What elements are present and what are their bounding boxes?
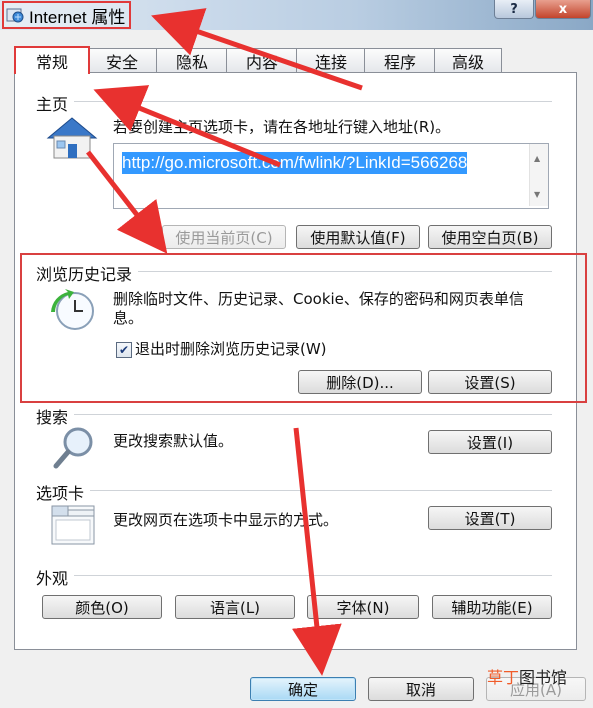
colors-button[interactable]: 颜色(O)	[42, 595, 162, 619]
use-default-button[interactable]: 使用默认值(F)	[296, 225, 420, 249]
ok-button[interactable]: 确定	[250, 677, 356, 701]
search-magnifier-icon	[53, 427, 93, 469]
scroll-up-icon[interactable]: ▲	[534, 154, 540, 163]
window-title-box: Internet 属性	[2, 1, 132, 29]
delete-history-button[interactable]: 删除(D)...	[298, 370, 422, 394]
tabs-section-heading: 选项卡	[36, 480, 91, 504]
history-settings-button[interactable]: 设置(S)	[428, 370, 552, 394]
delete-history-on-exit-label: 退出时删除浏览历史记录(W)	[135, 340, 327, 358]
tab-advanced[interactable]: 高级	[434, 48, 502, 73]
search-description: 更改搜索默认值。	[113, 432, 234, 450]
cancel-button[interactable]: 取消	[368, 677, 474, 701]
tab-content[interactable]: 内容	[226, 48, 298, 73]
tabs-settings-button[interactable]: 设置(T)	[428, 506, 552, 530]
homepage-url-input[interactable]: http://go.microsoft.com/fwlink/?LinkId=5…	[113, 143, 549, 209]
watermark-part-3: 图书馆	[519, 668, 568, 687]
watermark-part-2: 丁	[503, 668, 520, 687]
homepage-divider	[36, 101, 552, 102]
internet-options-icon	[6, 8, 24, 23]
history-clock-icon	[51, 289, 94, 330]
tab-security[interactable]: 安全	[86, 48, 158, 73]
languages-button[interactable]: 语言(L)	[175, 595, 295, 619]
homepage-description: 若要创建主页选项卡，请在各地址行键入地址(R)。	[113, 118, 451, 136]
search-divider	[36, 414, 552, 415]
homepage-scrollbar[interactable]: ▲ ▼	[529, 144, 548, 206]
home-icon	[46, 117, 98, 159]
search-settings-button[interactable]: 设置(I)	[428, 430, 552, 454]
delete-history-on-exit-checkbox[interactable]: ✔	[116, 342, 132, 358]
scroll-down-icon[interactable]: ▼	[534, 190, 540, 199]
tabs-section-description: 更改网页在选项卡中显示的方式。	[113, 511, 339, 529]
use-current-button[interactable]: 使用当前页(C)	[162, 225, 286, 249]
homepage-url-text: http://go.microsoft.com/fwlink/?LinkId=5…	[122, 152, 468, 174]
tab-general[interactable]: 常规	[14, 46, 90, 74]
tab-connections[interactable]: 连接	[296, 48, 366, 73]
history-description: 删除临时文件、历史记录、Cookie、保存的密码和网页表单信息。	[113, 290, 524, 327]
homepage-heading: 主页	[36, 91, 75, 115]
help-button[interactable]: ?	[494, 0, 534, 19]
tab-privacy[interactable]: 隐私	[156, 48, 228, 73]
appearance-divider	[36, 575, 552, 576]
accessibility-button[interactable]: 辅助功能(E)	[432, 595, 552, 619]
appearance-heading: 外观	[36, 565, 75, 589]
history-heading: 浏览历史记录	[36, 261, 139, 285]
tabs-window-icon	[51, 505, 95, 545]
tabs-section-divider	[36, 490, 552, 491]
use-blank-button[interactable]: 使用空白页(B)	[428, 225, 552, 249]
window-title: Internet 属性	[29, 7, 126, 27]
tab-programs[interactable]: 程序	[364, 48, 436, 73]
close-button[interactable]: x	[535, 0, 591, 19]
watermark-part-1: 草	[487, 668, 504, 687]
watermark: 草丁图书馆	[487, 664, 567, 688]
fonts-button[interactable]: 字体(N)	[307, 595, 419, 619]
